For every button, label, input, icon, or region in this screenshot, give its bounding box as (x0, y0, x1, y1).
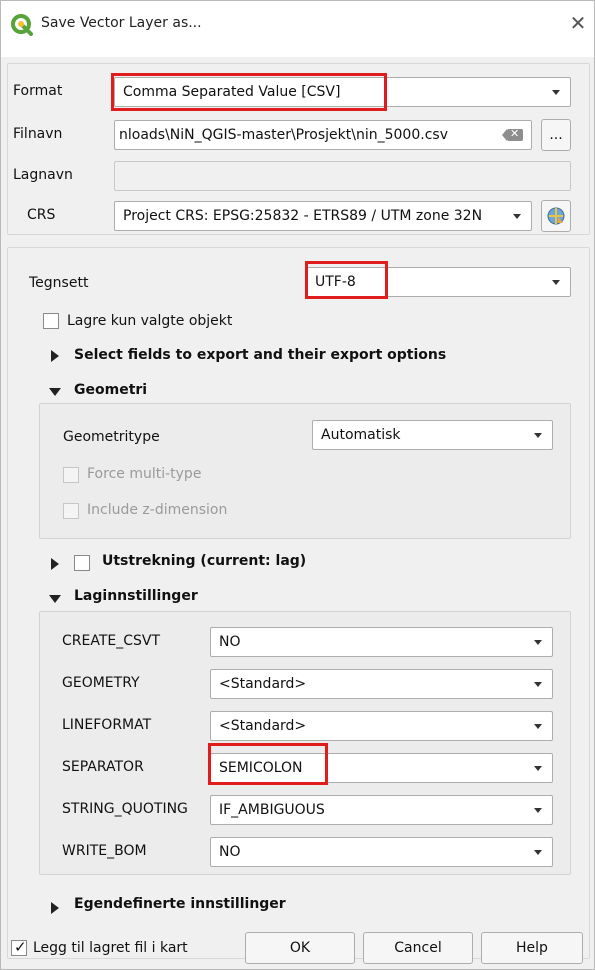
browse-button[interactable]: ... (541, 119, 571, 151)
option-key-separator: SEPARATOR (62, 759, 144, 775)
crs-selector-button[interactable] (541, 200, 571, 232)
geometry-option-value: <Standard> (219, 676, 307, 692)
option-key-string-quoting: STRING_QUOTING (62, 801, 188, 817)
extent-checkbox[interactable] (74, 555, 90, 571)
geometry-section[interactable]: Geometri (74, 382, 147, 398)
close-icon[interactable]: ✕ (567, 12, 589, 34)
lineformat-select[interactable]: <Standard> (210, 711, 553, 741)
expand-icon[interactable] (51, 558, 59, 570)
format-value: Comma Separated Value [CSV] (123, 84, 341, 100)
collapse-icon[interactable] (49, 595, 61, 603)
layer-options-section[interactable]: Laginnstillinger (74, 588, 198, 604)
filename-input[interactable]: nloads\NiN_QGIS-master\Prosjekt\nin_5000… (114, 120, 532, 150)
z-dimension-checkbox[interactable] (63, 503, 79, 519)
check-icon: ✓ (14, 938, 27, 956)
layername-input[interactable] (114, 161, 571, 191)
format-select[interactable]: Comma Separated Value [CSV] (114, 77, 571, 107)
extent-section[interactable]: Utstrekning (current: lag) (102, 553, 306, 569)
encoding-label: Tegnsett (29, 275, 89, 291)
geometry-option-select[interactable]: <Standard> (210, 669, 553, 699)
chevron-down-icon (513, 214, 521, 219)
layername-label: Lagnavn (13, 167, 73, 183)
globe-icon (547, 207, 565, 225)
create-csvt-select[interactable]: NO (210, 627, 553, 657)
only-selected-checkbox[interactable] (43, 313, 59, 329)
chevron-down-icon (552, 280, 560, 285)
option-key-geometry: GEOMETRY (62, 675, 140, 691)
force-multi-label: Force multi-type (87, 466, 202, 482)
encoding-select[interactable]: UTF-8 (306, 267, 571, 297)
add-to-map-label: Legg til lagret fil i kart (33, 940, 188, 956)
dialog-title: Save Vector Layer as... (41, 15, 202, 31)
string-quoting-select[interactable]: IF_AMBIGUOUS (210, 795, 553, 825)
encoding-value: UTF-8 (315, 274, 356, 290)
string-quoting-value: IF_AMBIGUOUS (219, 802, 325, 818)
filename-label: Filnavn (13, 126, 63, 142)
expand-icon[interactable] (51, 902, 59, 914)
chevron-down-icon (534, 724, 542, 729)
crs-value: Project CRS: EPSG:25832 - ETRS89 / UTM z… (123, 208, 483, 224)
option-key-create-csvt: CREATE_CSVT (62, 633, 161, 649)
ok-button[interactable]: OK (245, 932, 355, 964)
chevron-down-icon (534, 640, 542, 645)
chevron-down-icon (534, 433, 542, 438)
force-multi-checkbox[interactable] (63, 467, 79, 483)
clear-icon[interactable]: ✕ (502, 127, 523, 141)
crs-label: CRS (27, 207, 56, 223)
title-bar: Save Vector Layer as... ✕ (1, 1, 594, 57)
filename-value: nloads\NiN_QGIS-master\Prosjekt\nin_5000… (119, 127, 448, 143)
save-vector-layer-dialog: Save Vector Layer as... ✕ Format Comma S… (0, 0, 595, 970)
chevron-down-icon (534, 682, 542, 687)
chevron-down-icon (534, 766, 542, 771)
add-to-map-checkbox[interactable]: ✓ (11, 938, 27, 956)
separator-value: SEMICOLON (219, 760, 303, 776)
help-button[interactable]: Help (481, 932, 583, 964)
collapse-icon[interactable] (49, 388, 61, 396)
expand-icon[interactable] (51, 350, 59, 362)
cancel-button[interactable]: Cancel (363, 932, 473, 964)
lineformat-value: <Standard> (219, 718, 307, 734)
write-bom-value: NO (219, 844, 241, 860)
create-csvt-value: NO (219, 634, 241, 650)
qgis-logo-icon (11, 14, 33, 36)
geometry-type-value: Automatisk (321, 427, 401, 443)
custom-options-section[interactable]: Egendefinerte innstillinger (74, 896, 286, 912)
option-key-lineformat: LINEFORMAT (62, 717, 152, 733)
format-label: Format (13, 83, 63, 99)
select-fields-section[interactable]: Select fields to export and their export… (74, 347, 446, 363)
geometry-type-label: Geometritype (63, 429, 160, 445)
only-selected-label: Lagre kun valgte objekt (67, 313, 233, 329)
z-dimension-label: Include z-dimension (87, 502, 228, 518)
option-key-write-bom: WRITE_BOM (62, 843, 147, 859)
geometry-type-select[interactable]: Automatisk (312, 420, 553, 450)
chevron-down-icon (552, 90, 560, 95)
separator-select[interactable]: SEMICOLON (210, 753, 553, 783)
write-bom-select[interactable]: NO (210, 837, 553, 867)
chevron-down-icon (534, 808, 542, 813)
chevron-down-icon (534, 850, 542, 855)
crs-select[interactable]: Project CRS: EPSG:25832 - ETRS89 / UTM z… (114, 201, 532, 231)
